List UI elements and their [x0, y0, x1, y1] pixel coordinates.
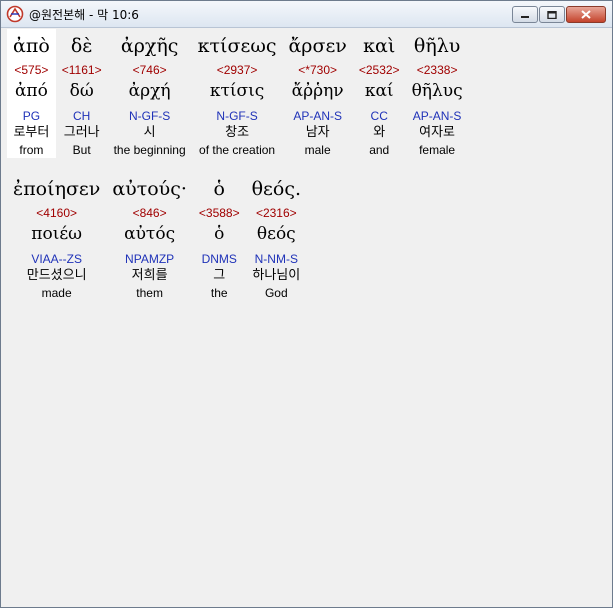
- korean-gloss: 그러나: [63, 125, 100, 140]
- close-icon: [581, 10, 591, 19]
- greek-word[interactable]: καὶ: [363, 29, 395, 63]
- strong-number[interactable]: <3588>: [199, 206, 240, 221]
- lemma: δώ: [69, 81, 94, 101]
- parsing-code: AP-AN-S: [412, 109, 462, 123]
- strong-number[interactable]: <575>: [14, 63, 48, 78]
- word-column-1[interactable]: ἀπὸ <575> ἀπό PG 로부터 from: [7, 29, 56, 158]
- korean-gloss: 창조: [225, 125, 250, 140]
- strong-number[interactable]: <2937>: [217, 63, 258, 78]
- app-logo-icon: [6, 5, 24, 23]
- parsing-code: CC: [370, 109, 388, 123]
- english-gloss: and: [369, 143, 390, 157]
- strong-number[interactable]: <1161>: [62, 63, 102, 78]
- verse-line-2: ἐποίησεν <4160> ποιέω VIAA--ZS 만드셨으니 mad…: [7, 172, 307, 301]
- greek-word[interactable]: ἀρχῆς: [121, 29, 179, 63]
- parsing-code: N-GF-S: [128, 109, 171, 123]
- parsing-code: DNMS: [201, 252, 237, 266]
- english-gloss: male: [304, 143, 331, 157]
- word-column-7[interactable]: θῆλυ <2338> θῆλυς AP-AN-S 여자로 female: [406, 29, 469, 158]
- minimize-icon: [521, 15, 529, 18]
- korean-gloss: 만드셨으니: [26, 268, 87, 283]
- english-gloss: them: [136, 286, 163, 300]
- strong-number[interactable]: <846>: [133, 206, 167, 221]
- greek-word[interactable]: δὲ: [71, 29, 93, 63]
- english-gloss: the beginning: [113, 143, 186, 157]
- parsing-code: PG: [22, 109, 41, 123]
- korean-gloss: 그: [213, 268, 226, 283]
- word-column-8[interactable]: ἐποίησεν <4160> ποιέω VIAA--ZS 만드셨으니 mad…: [7, 172, 106, 301]
- greek-word[interactable]: θῆλυ: [414, 29, 460, 63]
- word-column-5[interactable]: ἄρσεν <*730> ἄῤῥην AP-AN-S 남자 male: [282, 29, 352, 158]
- lemma: ἄῤῥην: [291, 81, 344, 101]
- english-gloss: made: [41, 286, 72, 300]
- minimize-button[interactable]: [512, 6, 538, 23]
- parsing-code: NPAMZP: [125, 252, 175, 266]
- greek-word[interactable]: ὁ: [214, 172, 225, 206]
- word-column-6[interactable]: καὶ <2532> καί CC 와 and: [353, 29, 406, 158]
- greek-word[interactable]: ἄρσεν: [288, 29, 346, 63]
- korean-gloss: 남자: [305, 125, 330, 140]
- parsing-code: N-GF-S: [216, 109, 258, 123]
- word-column-10[interactable]: ὁ <3588> ὁ DNMS 그 the: [193, 172, 246, 301]
- word-column-3[interactable]: ἀρχῆς <746> ἀρχή N-GF-S 시 the beginning: [108, 29, 192, 158]
- strong-number[interactable]: <*730>: [298, 63, 337, 78]
- parsing-code: AP-AN-S: [293, 109, 342, 123]
- english-gloss: of the creation: [199, 143, 276, 157]
- word-column-11[interactable]: θεός. <2316> θεός N-NM-S 하나님이 God: [246, 172, 307, 301]
- app-window: @원전본해 - 막 10:6 ἀπὸ <575> ἀπό PG 로부터 from: [0, 0, 613, 608]
- lemma: ὁ: [214, 224, 225, 244]
- maximize-button[interactable]: [539, 6, 565, 23]
- strong-number[interactable]: <746>: [133, 63, 167, 78]
- english-gloss: from: [19, 143, 44, 157]
- korean-gloss: 하나님이: [252, 268, 301, 283]
- parsing-code: CH: [73, 109, 91, 123]
- lemma: κτίσις: [209, 81, 265, 101]
- strong-number[interactable]: <2338>: [417, 63, 458, 78]
- greek-word[interactable]: κτίσεως: [198, 29, 277, 63]
- interlinear-view: ἀπὸ <575> ἀπό PG 로부터 from δὲ <1161> δώ C…: [7, 29, 606, 603]
- lemma: θεός: [256, 224, 296, 244]
- greek-word[interactable]: αὐτούς·: [112, 172, 187, 206]
- close-button[interactable]: [566, 6, 606, 23]
- lemma: ἀρχή: [128, 81, 171, 101]
- window-controls: [511, 6, 606, 23]
- strong-number[interactable]: <2532>: [359, 63, 400, 78]
- lemma: ἀπό: [14, 81, 48, 101]
- korean-gloss: 로부터: [13, 125, 50, 140]
- title-bar[interactable]: @원전본해 - 막 10:6: [1, 1, 612, 28]
- strong-number[interactable]: <2316>: [256, 206, 297, 221]
- parsing-code: N-NM-S: [254, 252, 298, 266]
- lemma: ποιέω: [31, 224, 83, 244]
- parsing-code: VIAA--ZS: [31, 252, 82, 266]
- greek-word[interactable]: θεός.: [252, 172, 301, 206]
- lemma: αὐτός: [124, 224, 176, 244]
- english-gloss: God: [264, 286, 288, 300]
- korean-gloss: 시: [143, 125, 156, 140]
- window-title: @원전본해 - 막 10:6: [29, 8, 139, 22]
- word-column-9[interactable]: αὐτούς· <846> αὐτός NPAMZP 저희를 them: [106, 172, 193, 301]
- maximize-icon: [547, 10, 557, 19]
- korean-gloss: 와: [373, 125, 386, 140]
- strong-number[interactable]: <4160>: [36, 206, 77, 221]
- greek-word[interactable]: ἀπὸ: [13, 29, 50, 63]
- word-column-2[interactable]: δὲ <1161> δώ CH 그러나 But: [56, 29, 108, 158]
- lemma: θῆλυς: [411, 81, 463, 101]
- korean-gloss: 여자로: [419, 125, 456, 140]
- greek-word[interactable]: ἐποίησεν: [13, 172, 100, 206]
- verse-line-1: ἀπὸ <575> ἀπό PG 로부터 from δὲ <1161> δώ C…: [7, 29, 469, 158]
- english-gloss: the: [210, 286, 228, 300]
- korean-gloss: 저희를: [131, 268, 168, 283]
- word-column-4[interactable]: κτίσεως <2937> κτίσις N-GF-S 창조 of the c…: [192, 29, 283, 158]
- lemma: καί: [364, 81, 394, 101]
- english-gloss: But: [72, 143, 91, 157]
- english-gloss: female: [419, 143, 456, 157]
